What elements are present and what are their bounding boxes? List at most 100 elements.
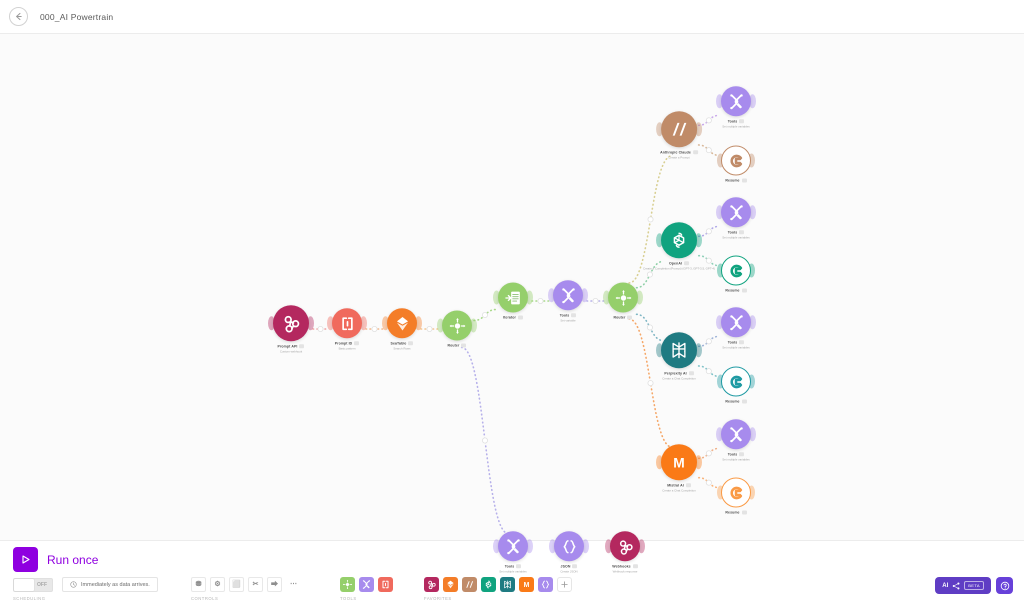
node-resume-p[interactable]: Resume bbox=[717, 366, 755, 404]
node-resume-a[interactable]: Resume bbox=[717, 145, 755, 183]
node-iterator[interactable]: Iterator bbox=[493, 282, 533, 320]
note-button[interactable]: ⬜ bbox=[229, 577, 244, 592]
fav-seatable[interactable] bbox=[443, 577, 458, 592]
node-seatable[interactable]: SeaTable Search Rows bbox=[382, 308, 422, 350]
wire-handle[interactable] bbox=[646, 271, 653, 278]
connector-left bbox=[493, 290, 500, 305]
wire-handle[interactable] bbox=[705, 368, 712, 375]
fav-mistral[interactable]: M bbox=[519, 577, 534, 592]
node-bubble-tools-p[interactable] bbox=[716, 307, 756, 338]
node-webhooks[interactable]: Prompt API Custom webhook bbox=[268, 305, 314, 353]
node-id-chip bbox=[627, 315, 633, 320]
node-bubble-promptid[interactable] bbox=[327, 308, 367, 339]
node-anthropic[interactable]: Anthropic Claude Create a Prompt bbox=[656, 111, 702, 159]
node-id-chip bbox=[461, 343, 467, 348]
node-bubble-tools-m[interactable] bbox=[716, 419, 756, 450]
fav-openai[interactable] bbox=[481, 577, 496, 592]
node-label: Resume bbox=[725, 288, 747, 293]
more-options-button[interactable]: ⋯ bbox=[286, 577, 301, 592]
wire-handle[interactable] bbox=[705, 117, 712, 124]
node-bubble-perplexity[interactable] bbox=[656, 332, 702, 369]
ai-assistant-button[interactable]: AI BETA bbox=[935, 577, 991, 594]
node-mistral[interactable]: M Mistral AI Create a Chat Completion bbox=[656, 444, 702, 492]
node-bubble-resume-a[interactable] bbox=[717, 145, 755, 176]
node-bubble-webhook-resp[interactable] bbox=[605, 531, 645, 562]
node-bubble-resume-p[interactable] bbox=[717, 366, 755, 397]
node-tools-mid[interactable]: Tools Set variable bbox=[548, 280, 588, 322]
wire-handle[interactable] bbox=[592, 297, 599, 304]
node-tools-p[interactable]: Tools Set multiple variables bbox=[716, 307, 756, 349]
scheduling-toggle[interactable]: OFF bbox=[13, 577, 53, 592]
node-resume-m[interactable]: Resume bbox=[717, 477, 755, 515]
node-promptid[interactable]: Prompt ID Basic pattern bbox=[327, 308, 367, 350]
node-tools-m[interactable]: Tools Set multiple variables bbox=[716, 419, 756, 461]
settings-button[interactable]: ⚙ bbox=[210, 577, 225, 592]
wire-handle[interactable] bbox=[317, 325, 324, 332]
node-bubble-router1[interactable] bbox=[437, 310, 477, 341]
wire-handle[interactable] bbox=[705, 338, 712, 345]
node-router1[interactable]: Router bbox=[437, 310, 477, 348]
fav-perplexity[interactable] bbox=[500, 577, 515, 592]
node-tools-bot[interactable]: Tools Set multiple variables bbox=[493, 531, 533, 573]
node-json[interactable]: JSON Create JSON bbox=[549, 531, 589, 573]
node-perplexity[interactable]: Perplexity AI Create a Chat Completion bbox=[656, 332, 702, 380]
run-once-button[interactable]: Run once bbox=[13, 547, 98, 572]
wire-handle[interactable] bbox=[481, 437, 488, 444]
node-bubble-webhooks[interactable] bbox=[268, 305, 314, 342]
wire-handle[interactable] bbox=[371, 325, 378, 332]
wire-handle[interactable] bbox=[705, 147, 712, 154]
node-tools-a[interactable]: Tools Set multiple variables bbox=[716, 86, 756, 128]
auto-align-button[interactable]: ✂ bbox=[248, 577, 263, 592]
node-id-chip bbox=[632, 564, 638, 569]
wire-handle[interactable] bbox=[705, 479, 712, 486]
node-bubble-json[interactable] bbox=[549, 531, 589, 562]
fav-anthropic[interactable] bbox=[462, 577, 477, 592]
node-id-chip bbox=[516, 564, 522, 569]
wire-handle[interactable] bbox=[647, 216, 654, 223]
node-bubble-tools-a[interactable] bbox=[716, 86, 756, 117]
node-webhook-resp[interactable]: Webhooks Webhook response bbox=[605, 531, 645, 573]
node-bubble-anthropic[interactable] bbox=[656, 111, 702, 148]
node-bubble-resume-o[interactable] bbox=[717, 255, 755, 286]
wire-handle[interactable] bbox=[537, 297, 544, 304]
wire-handle[interactable] bbox=[426, 325, 433, 332]
tool-router[interactable] bbox=[340, 577, 355, 592]
node-bubble-mistral[interactable]: M bbox=[656, 444, 702, 481]
fav-webhooks[interactable] bbox=[424, 577, 439, 592]
node-bubble-iterator[interactable] bbox=[493, 282, 533, 313]
node-openai[interactable]: OpenAI Create a Completion (Prompt) (GPT-… bbox=[643, 222, 715, 270]
node-bubble-tools-mid[interactable] bbox=[548, 280, 588, 311]
node-resume-o[interactable]: Resume bbox=[717, 255, 755, 293]
node-id-chip bbox=[685, 483, 691, 488]
node-bubble-tools-bot[interactable] bbox=[493, 531, 533, 562]
wire-handle[interactable] bbox=[646, 324, 653, 331]
fav-json[interactable] bbox=[538, 577, 553, 592]
node-bubble-resume-m[interactable] bbox=[717, 477, 755, 508]
fav-add[interactable] bbox=[557, 577, 572, 592]
explain-flow-button[interactable]: ⮕ bbox=[267, 577, 282, 592]
back-button[interactable] bbox=[9, 7, 28, 26]
notes-panel-button[interactable]: ⛃ bbox=[191, 577, 206, 592]
node-tools-o[interactable]: Tools Set multiple variables bbox=[716, 197, 756, 239]
tool-tools[interactable] bbox=[359, 577, 374, 592]
node-router2[interactable]: Router bbox=[603, 282, 643, 320]
node-bubble-openai[interactable] bbox=[656, 222, 702, 259]
openai-icon bbox=[485, 580, 492, 589]
tool-flow[interactable] bbox=[378, 577, 393, 592]
wire-handle[interactable] bbox=[481, 311, 488, 318]
tools-row bbox=[340, 577, 393, 592]
connector-left bbox=[716, 205, 723, 220]
ellipsis-icon: ⋯ bbox=[290, 581, 297, 588]
wire-handle[interactable] bbox=[647, 380, 654, 387]
connector-left bbox=[493, 539, 500, 554]
top-bar: 000_AI Powertrain bbox=[0, 0, 1024, 34]
node-bubble-router2[interactable] bbox=[603, 282, 643, 313]
flow-control-icon bbox=[382, 580, 389, 589]
wire-handle[interactable] bbox=[705, 450, 712, 457]
schedule-setting-button[interactable]: Immediately as data arrives. bbox=[62, 577, 158, 592]
help-button[interactable] bbox=[996, 577, 1013, 594]
node-bubble-seatable[interactable] bbox=[382, 308, 422, 339]
node-bubble-tools-o[interactable] bbox=[716, 197, 756, 228]
run-once-label: Run once bbox=[47, 552, 99, 567]
scenario-canvas[interactable]: Prompt API Custom webhook Prompt ID Basic p… bbox=[0, 34, 1024, 573]
